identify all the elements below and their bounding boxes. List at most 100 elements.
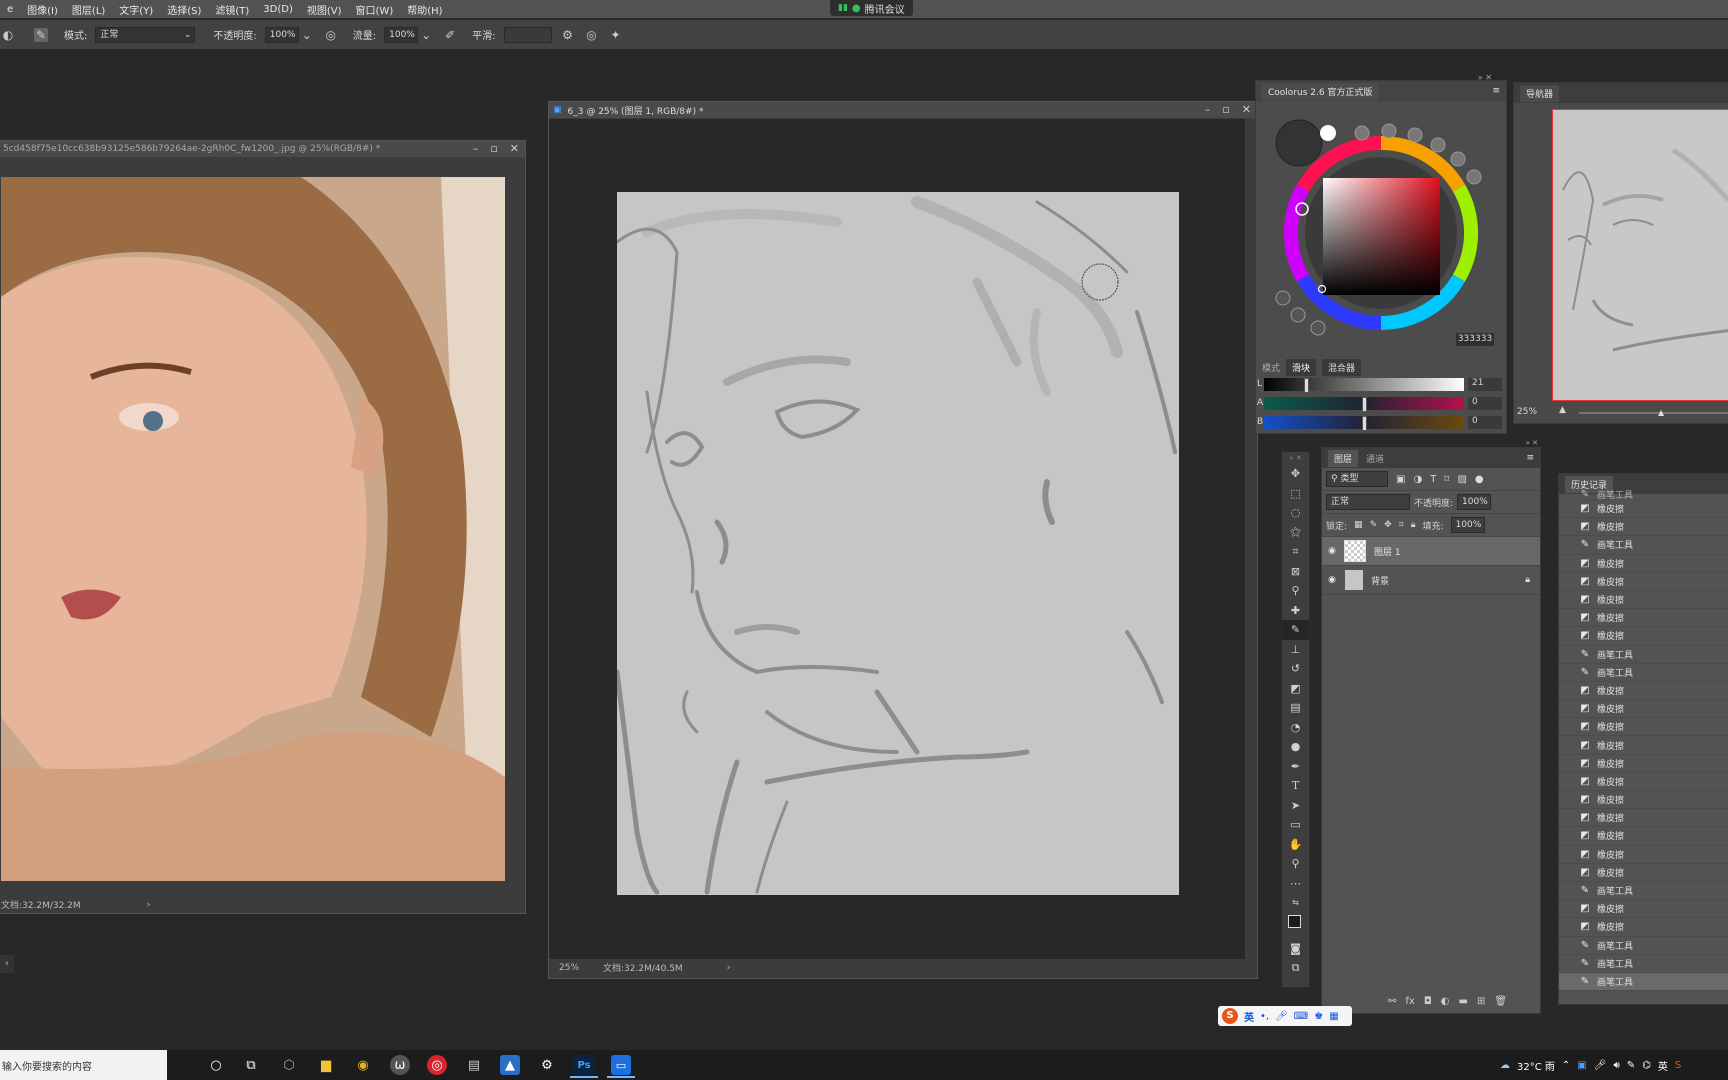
history-item[interactable]: ✎ 画笔工具 <box>1559 882 1728 901</box>
tencent-meeting-icon[interactable]: ▭ <box>611 1055 631 1075</box>
A-handle[interactable] <box>1362 397 1367 412</box>
coolorus-title[interactable]: Coolorus 2.6 官方正式版 <box>1262 82 1379 100</box>
chevron-left-icon[interactable]: ‹ <box>0 955 14 973</box>
drawing-canvas[interactable] <box>617 192 1179 895</box>
menu-item-filter[interactable]: 滤镜(T) <box>208 2 256 17</box>
new-group-icon[interactable]: ▬ <box>1459 996 1468 1007</box>
volume-icon[interactable]: 🔊︎ <box>1613 1060 1619 1071</box>
tool-preset-icon[interactable]: ◐ <box>0 27 16 43</box>
blur-tool-icon[interactable]: ◔ <box>1282 718 1309 738</box>
L-slider[interactable] <box>1264 378 1464 391</box>
panel-menu-icon[interactable]: ≡ <box>1526 453 1534 463</box>
history-item[interactable]: ◩ 橡皮擦 <box>1559 900 1728 919</box>
history-item[interactable]: ✎ 画笔工具 <box>1559 664 1728 682</box>
marquee-tool-icon[interactable]: ⬚ <box>1282 484 1309 504</box>
keyboard-icon[interactable]: ⌨ <box>1294 1011 1308 1022</box>
history-item[interactable]: ◩ 橡皮擦 <box>1559 609 1728 628</box>
history-item[interactable]: ◩ 橡皮擦 <box>1559 791 1728 810</box>
weather-text[interactable]: 32°C 雨 <box>1517 1058 1555 1073</box>
filter-type-icon[interactable]: T <box>1430 474 1436 485</box>
gear-icon[interactable]: ⚙ <box>560 27 576 43</box>
calculator-icon[interactable]: ▤ <box>464 1055 484 1075</box>
history-item[interactable]: ✎ 画笔工具 <box>1559 646 1728 664</box>
menu-item-3d[interactable]: 3D(D) <box>256 4 300 15</box>
menu-item-view[interactable]: 视图(V) <box>300 2 349 17</box>
history-item-current[interactable]: ✎ 画笔工具 <box>1559 972 1728 992</box>
healing-brush-icon[interactable]: ✚ <box>1282 601 1309 621</box>
microphone-icon[interactable]: 🎤︎ <box>1594 1060 1607 1071</box>
menu-item-image[interactable]: 图像(I) <box>20 2 65 17</box>
meeting-indicator[interactable]: ▮▮ ● 腾讯会议 <box>830 0 913 16</box>
move-tool-icon[interactable]: ✥ <box>1282 464 1309 484</box>
panel-collapse-icon[interactable]: » ✕ <box>1526 439 1538 447</box>
airbrush-icon[interactable]: ✐ <box>442 27 458 43</box>
mixer-tab[interactable]: 混合器 <box>1322 359 1362 376</box>
lock-transparent-icon[interactable]: ▦ <box>1354 520 1363 530</box>
new-layer-icon[interactable]: ⊞ <box>1477 996 1485 1007</box>
clone-stamp-icon[interactable]: ⊥ <box>1282 640 1309 660</box>
swap-colors-icon[interactable]: ⇆ <box>1282 893 1309 913</box>
smoothing-input[interactable] <box>503 26 552 43</box>
history-item[interactable]: ✎ 画笔工具 <box>1559 955 1728 973</box>
crop-tool-icon[interactable]: ⌗ <box>1282 542 1309 562</box>
mode-select[interactable]: 正常 ⌄ <box>95 26 196 43</box>
photoshop-icon[interactable]: Ps <box>574 1055 594 1075</box>
chevron-down-icon[interactable]: ⌄ <box>299 27 315 43</box>
filter-shape-icon[interactable]: ⌑ <box>1444 474 1449 485</box>
chevron-up-icon[interactable]: ⌃ <box>1562 1060 1570 1071</box>
menu-item-type[interactable]: 文字(Y) <box>112 2 160 17</box>
L-value[interactable]: 21 <box>1468 378 1502 391</box>
panel-collapse-icon[interactable]: » ✕ <box>1478 73 1492 82</box>
minimize-icon[interactable]: – <box>473 142 479 155</box>
sogou-tray-icon[interactable]: S <box>1675 1060 1681 1071</box>
layer-row[interactable]: ◉ 图层 1 <box>1322 536 1540 566</box>
skin-icon[interactable]: ♚ <box>1314 1011 1323 1022</box>
tools-collapse-icon[interactable]: » ✕ <box>1282 452 1309 464</box>
link-layers-icon[interactable]: ⚯ <box>1388 996 1396 1007</box>
pen-tool-icon[interactable]: ✒ <box>1282 757 1309 777</box>
A-value[interactable]: 0 <box>1468 397 1502 410</box>
tab-layers[interactable]: 图层 <box>1328 449 1359 467</box>
navigator-zoom-slider[interactable] <box>1579 412 1728 414</box>
add-mask-icon[interactable]: ◘ <box>1424 996 1432 1007</box>
screen-mode-icon[interactable]: ⧉ <box>1282 958 1309 978</box>
fill-input[interactable]: 100% <box>1450 517 1485 533</box>
ime-lang[interactable]: 英 <box>1244 1009 1254 1024</box>
canvas-zoom[interactable]: 25% <box>559 963 579 973</box>
blend-mode-select[interactable]: 正常 <box>1326 494 1410 510</box>
color-swatches[interactable] <box>1282 913 1309 939</box>
navigator-zoom[interactable]: 25% <box>1517 407 1537 417</box>
filter-toggle-icon[interactable]: ● <box>1475 474 1484 485</box>
cortana-icon[interactable]: ○ <box>206 1055 226 1075</box>
lock-paint-icon[interactable]: ✎ <box>1370 520 1378 530</box>
chevron-right-icon[interactable]: › <box>147 900 151 910</box>
settings-icon[interactable]: ⚙ <box>537 1055 557 1075</box>
filter-adjust-icon[interactable]: ◑ <box>1413 474 1422 485</box>
punctuation-icon[interactable]: •, <box>1260 1011 1269 1022</box>
brush-tool-icon[interactable]: ✎ <box>1282 620 1309 640</box>
language-indicator[interactable]: 英 <box>1658 1058 1668 1073</box>
brush-settings-icon[interactable]: ✎ <box>34 27 48 42</box>
minimize-icon[interactable]: – <box>1205 103 1211 116</box>
quick-mask-icon[interactable]: ◙ <box>1282 939 1309 959</box>
foreground-color[interactable] <box>1288 914 1301 928</box>
pressure-size-icon[interactable]: ◎ <box>584 27 600 43</box>
zoom-tool-icon[interactable]: ⚲ <box>1282 854 1309 874</box>
menu-item-select[interactable]: 选择(S) <box>160 2 208 17</box>
rectangle-tool-icon[interactable]: ▭ <box>1282 815 1309 835</box>
lock-all-icon[interactable]: 🔒︎ <box>1411 520 1416 530</box>
history-item[interactable]: ◩ 橡皮擦 <box>1559 809 1728 828</box>
app-icon-w[interactable]: ω <box>390 1055 410 1075</box>
microphone-icon[interactable]: 🎤︎ <box>1275 1011 1288 1022</box>
history-item[interactable]: ◩ 橡皮擦 <box>1559 555 1728 573</box>
B-handle[interactable] <box>1362 416 1367 431</box>
layer-name[interactable]: 背景 <box>1371 574 1389 587</box>
history-item[interactable]: ◩ 橡皮擦 <box>1559 573 1728 591</box>
close-icon[interactable]: ✕ <box>1242 103 1251 116</box>
lock-position-icon[interactable]: ✥ <box>1384 520 1392 530</box>
toolbox-icon[interactable]: ▦ <box>1329 1011 1338 1022</box>
adjustment-layer-icon[interactable]: ◐ <box>1441 996 1450 1007</box>
history-item[interactable]: ◩ 橡皮擦 <box>1559 591 1728 610</box>
path-select-icon[interactable]: ➤ <box>1282 796 1309 816</box>
eyedropper-icon[interactable]: ⚲ <box>1282 581 1309 601</box>
